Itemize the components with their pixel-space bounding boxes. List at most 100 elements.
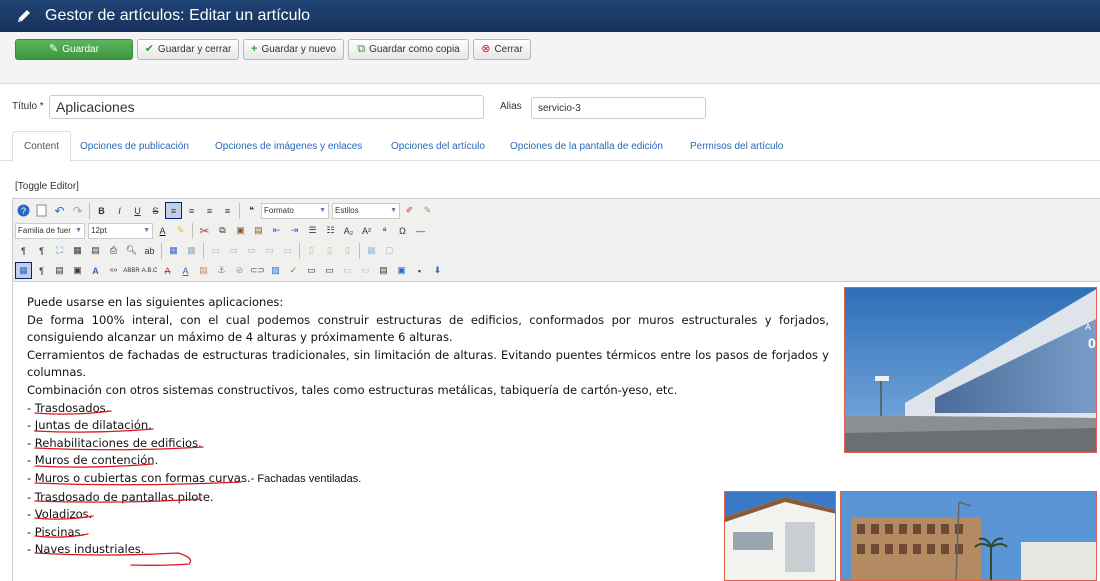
save-copy-button[interactable]: ⧉ Guardar como copia: [348, 39, 469, 60]
spellcheck-icon[interactable]: ª: [376, 222, 393, 239]
tab-edit-screen-options[interactable]: Opciones de la pantalla de edición: [499, 131, 674, 161]
save-button[interactable]: ✎ Guardar: [15, 39, 133, 60]
show-blocks-icon[interactable]: ¶: [33, 262, 50, 279]
tab-article-options[interactable]: Opciones del artículo: [380, 131, 496, 161]
align-center-icon[interactable]: ≡: [183, 202, 200, 219]
abbr-icon[interactable]: ABBR: [123, 262, 140, 279]
highlight-icon[interactable]: ✎: [172, 222, 189, 239]
omega-icon[interactable]: Ω: [394, 222, 411, 239]
underline-icon[interactable]: U: [129, 202, 146, 219]
delete-col-icon[interactable]: ▯: [339, 242, 356, 259]
eraser-icon[interactable]: ✐: [401, 202, 418, 219]
preview-icon[interactable]: ▦: [69, 242, 86, 259]
anchor-icon[interactable]: ⚓︎: [213, 262, 230, 279]
paste-icon[interactable]: ▣: [232, 222, 249, 239]
styleprops-icon[interactable]: A: [87, 262, 104, 279]
table-props-icon[interactable]: ▦: [183, 242, 200, 259]
visual-aid-icon[interactable]: ▦: [15, 262, 32, 279]
copy-icon[interactable]: ⧉: [214, 222, 231, 239]
image-icon[interactable]: ▨: [267, 262, 284, 279]
styles-value: Estilos: [335, 206, 359, 215]
font-family-select[interactable]: Familia de fuer ▼: [15, 222, 85, 239]
template-icon[interactable]: ▤: [87, 242, 104, 259]
strikethrough-icon[interactable]: S: [147, 202, 164, 219]
cite-icon[interactable]: «»: [105, 262, 122, 279]
attribs-icon[interactable]: ▤: [195, 262, 212, 279]
article-icon[interactable]: ▣: [393, 262, 410, 279]
title-input[interactable]: Aplicaciones: [49, 95, 484, 119]
link-icon[interactable]: ⊂⊃: [249, 262, 266, 279]
ordered-list-icon[interactable]: ☰: [304, 222, 321, 239]
text-color-icon[interactable]: A: [154, 222, 171, 239]
editor-content-area[interactable]: Puede usarse en las siguientes aplicacio…: [12, 283, 1100, 581]
insert-date-icon[interactable]: ▭: [303, 262, 320, 279]
row-after-icon[interactable]: ▭: [261, 242, 278, 259]
col-after-icon[interactable]: ▯: [321, 242, 338, 259]
help-icon[interactable]: ?: [15, 202, 32, 219]
cleanup-icon[interactable]: ✎: [419, 202, 436, 219]
subscript-icon[interactable]: A₂: [340, 222, 357, 239]
undo-icon[interactable]: ↶: [51, 202, 68, 219]
readmore-icon[interactable]: ▤: [375, 262, 392, 279]
tab-content[interactable]: Content: [12, 131, 72, 162]
horizontal-rule-icon[interactable]: —: [412, 222, 429, 239]
tab-publishing[interactable]: Opciones de publicación: [69, 131, 200, 161]
blockquote-icon[interactable]: ❝: [243, 202, 260, 219]
fullscreen-icon[interactable]: ⛶: [51, 242, 68, 259]
toggle-editor-link[interactable]: [Toggle Editor]: [15, 181, 79, 192]
font-size-select[interactable]: 12pt ▼: [88, 222, 153, 239]
close-button[interactable]: ⊗ Cerrar: [473, 39, 531, 60]
align-full-icon[interactable]: ≡: [219, 202, 236, 219]
delete-row-icon[interactable]: ▭: [279, 242, 296, 259]
acronym-icon[interactable]: A.B.C: [141, 262, 158, 279]
chevron-down-icon: ▼: [390, 207, 397, 214]
page-break-icon[interactable]: ▭: [339, 262, 356, 279]
save-icon[interactable]: ▪: [411, 262, 428, 279]
indent-icon[interactable]: ⇥: [286, 222, 303, 239]
ins-icon[interactable]: A: [177, 262, 194, 279]
cut-icon[interactable]: ✂: [196, 222, 213, 239]
save-new-button[interactable]: + Guardar y nuevo: [243, 39, 344, 60]
paste-text-icon[interactable]: ▤: [250, 222, 267, 239]
font-size-value: 12pt: [91, 226, 107, 235]
insert-time-icon[interactable]: ▭: [321, 262, 338, 279]
save-close-button[interactable]: ✔ Guardar y cerrar: [137, 39, 239, 60]
format-select[interactable]: Formato ▼: [261, 202, 329, 219]
tab-permissions[interactable]: Permisos del artículo: [679, 131, 794, 161]
absolute-icon[interactable]: ▣: [69, 262, 86, 279]
alias-input[interactable]: servicio-3: [531, 97, 706, 119]
media-icon[interactable]: ▭: [357, 262, 374, 279]
ltr-icon[interactable]: ¶: [15, 242, 32, 259]
font-family-value: Familia de fuer: [18, 226, 71, 235]
print-icon[interactable]: ⎙: [105, 242, 122, 259]
del-icon[interactable]: A: [159, 262, 176, 279]
outdent-icon[interactable]: ⇤: [268, 222, 285, 239]
rtl-icon[interactable]: ¶: [33, 242, 50, 259]
spellcheck-abc-icon[interactable]: ✓: [285, 262, 302, 279]
insert-layer-icon[interactable]: ▤: [51, 262, 68, 279]
col-before-icon[interactable]: ▯: [303, 242, 320, 259]
tab-images-links[interactable]: Opciones de imágenes y enlaces: [204, 131, 373, 161]
bold-icon[interactable]: B: [93, 202, 110, 219]
unordered-list-icon[interactable]: ☷: [322, 222, 339, 239]
row-before-icon[interactable]: ▭: [243, 242, 260, 259]
superscript-icon[interactable]: A²: [358, 222, 375, 239]
merge-cells-icon[interactable]: ▢: [381, 242, 398, 259]
residential-block-image: [840, 491, 1097, 581]
table-icon[interactable]: ▦: [165, 242, 182, 259]
align-right-icon[interactable]: ≡: [201, 202, 218, 219]
unlink-icon[interactable]: ⊘: [231, 262, 248, 279]
styles-select[interactable]: Estilos ▼: [332, 202, 400, 219]
svg-text:A: A: [1085, 322, 1091, 332]
italic-icon[interactable]: I: [111, 202, 128, 219]
close-circle-icon: ⊗: [481, 43, 491, 55]
search-icon[interactable]: 🔍︎: [123, 242, 140, 259]
download-icon[interactable]: ⬇: [429, 262, 446, 279]
align-justify-icon[interactable]: ≡: [165, 202, 182, 219]
cell-props-icon[interactable]: ▭: [225, 242, 242, 259]
new-document-icon[interactable]: [33, 202, 50, 219]
split-cells-icon[interactable]: ▦: [363, 242, 380, 259]
replace-icon[interactable]: ab: [141, 242, 158, 259]
row-props-icon[interactable]: ▭: [207, 242, 224, 259]
redo-icon[interactable]: ↷: [69, 202, 86, 219]
